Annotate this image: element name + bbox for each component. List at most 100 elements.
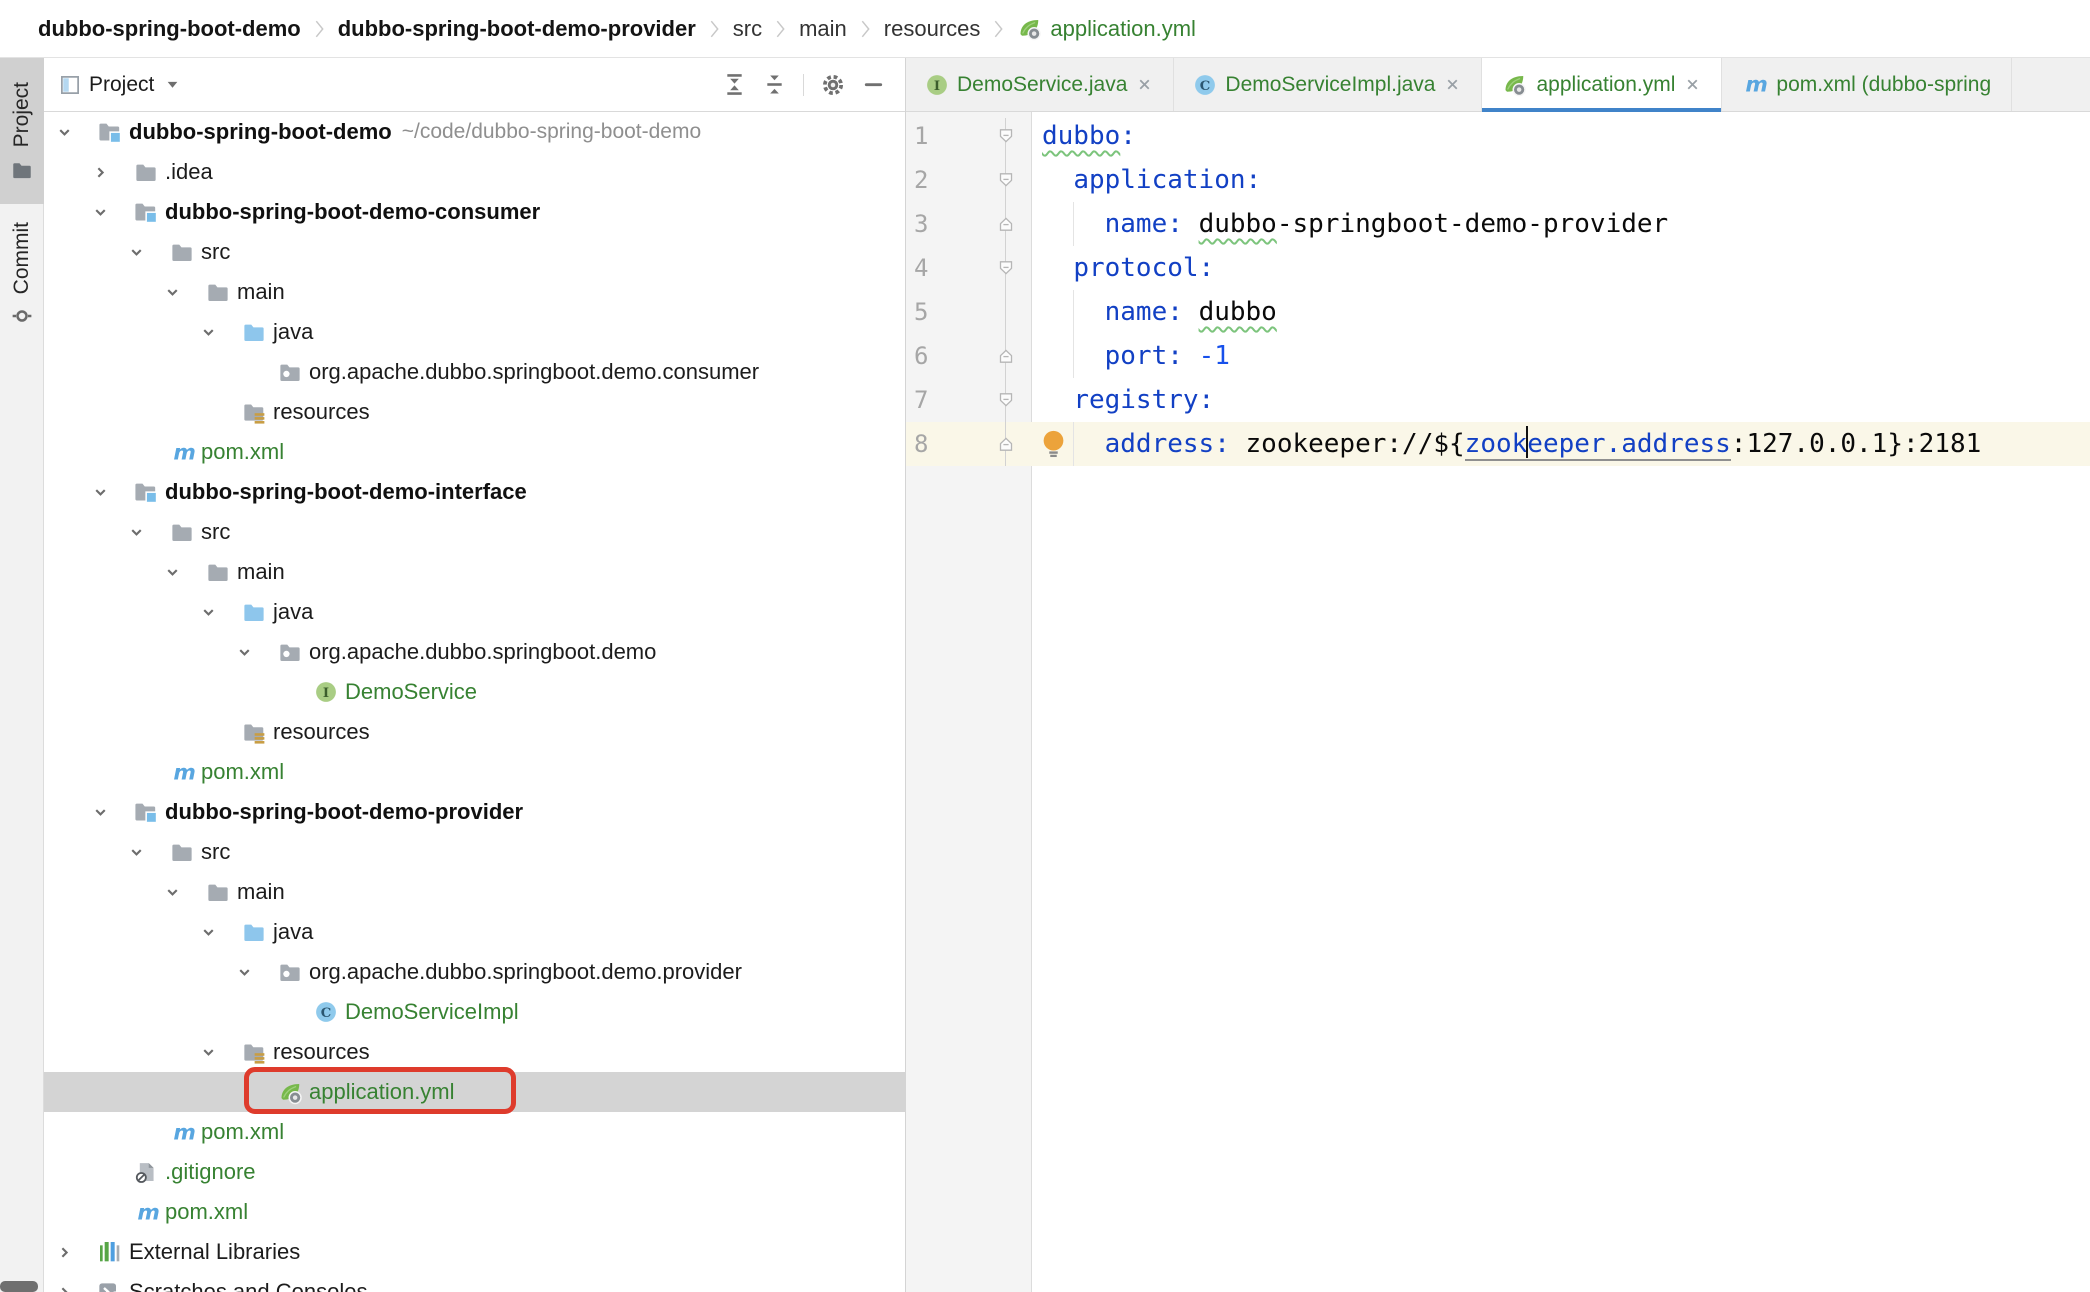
code-line-4[interactable]: 4 protocol: [906,246,2090,290]
tree-item-application-yml[interactable]: application.yml [44,1072,905,1112]
tree-item-pom-xml[interactable]: mpom.xml [44,1112,905,1152]
tree-chevron-box [121,752,151,792]
chevron-down-icon[interactable] [236,964,253,981]
tree-icon-box [97,1279,123,1292]
collapse-all-icon[interactable] [763,73,786,96]
tree-item-demoservice[interactable]: IDemoService [44,672,905,712]
chevron-down-icon[interactable] [92,804,109,821]
lightbulb-icon[interactable] [1038,428,1069,459]
tree-item-main[interactable]: main [44,552,905,592]
code-line-2[interactable]: 2 application: [906,158,2090,202]
tree-item-src[interactable]: src [44,232,905,272]
fold-start-icon[interactable] [998,260,1014,276]
chevron-right-icon[interactable] [92,164,109,181]
code-line-1[interactable]: 1dubbo: [906,114,2090,158]
chevron-down-icon[interactable] [92,204,109,221]
tree-item-pom-xml[interactable]: mpom.xml [44,752,905,792]
tree-item-scratches-and-consoles[interactable]: Scratches and Consoles [44,1272,905,1292]
fold-start-icon[interactable] [998,392,1014,408]
editor-tab-bar: IDemoService.javaCDemoServiceImpl.javaap… [906,58,2090,112]
chevron-down-icon[interactable] [236,644,253,661]
chevron-down-icon[interactable] [200,924,217,941]
breadcrumb-item[interactable]: resources [884,16,981,42]
chevron-down-icon[interactable] [164,564,181,581]
tree-item-resources[interactable]: resources [44,392,905,432]
tree-item-label: main [237,879,285,905]
chevron-down-icon[interactable] [128,844,145,861]
breadcrumb-item[interactable]: src [733,16,762,42]
tree-item-label: org.apache.dubbo.springboot.demo [309,639,656,665]
tree-item-org-apache-dubbo-springboot-demo-provider[interactable]: org.apache.dubbo.springboot.demo.provide… [44,952,905,992]
tree-item-pom-xml[interactable]: mpom.xml [44,1192,905,1232]
breadcrumb-item[interactable]: dubbo-spring-boot-demo [38,16,301,42]
chevron-down-icon[interactable] [200,604,217,621]
chevron-down-icon[interactable] [200,1044,217,1061]
tree-item-org-apache-dubbo-springboot-demo[interactable]: org.apache.dubbo.springboot.demo [44,632,905,672]
tree-item-main[interactable]: main [44,872,905,912]
fold-end-icon[interactable] [998,348,1014,364]
breadcrumb-item[interactable]: main [799,16,847,42]
tree-item-demoserviceimpl[interactable]: CDemoServiceImpl [44,992,905,1032]
hide-panel-icon[interactable] [862,73,885,96]
tree-item--idea[interactable]: .idea [44,152,905,192]
fold-end-icon[interactable] [998,436,1014,452]
tree-chevron-box [85,152,115,192]
chevron-right-icon[interactable] [56,1284,73,1292]
tree-item-src[interactable]: src [44,512,905,552]
chevron-down-icon[interactable] [200,324,217,341]
editor-tab-demoserviceimpl-java[interactable]: CDemoServiceImpl.java [1174,58,1482,111]
chevron-down-icon[interactable] [165,77,180,92]
fold-end-icon[interactable] [998,216,1014,232]
tree-item-resources[interactable]: resources [44,712,905,752]
editor-tab-application-yml[interactable]: application.yml [1482,58,1722,111]
code-line-5[interactable]: 5 name: dubbo [906,290,2090,334]
stripe-tab-commit[interactable]: Commit [0,208,44,340]
tree-chevron-box [49,1272,79,1292]
project-panel: Project dubbo-spring-boot-demo~/code/dub… [44,58,905,1292]
scrollbar-thumb[interactable] [0,1281,38,1292]
breadcrumb-item[interactable]: dubbo-spring-boot-demo-provider [338,16,696,42]
fold-start-icon[interactable] [998,128,1014,144]
tree-item-java[interactable]: java [44,912,905,952]
expand-all-icon[interactable] [723,73,746,96]
source-folder-icon [243,321,265,343]
chevron-down-icon[interactable] [128,244,145,261]
tree-item-dubbo-spring-boot-demo[interactable]: dubbo-spring-boot-demo~/code/dubbo-sprin… [44,112,905,152]
code-line-7[interactable]: 7 registry: [906,378,2090,422]
settings-icon[interactable] [821,73,845,97]
tree-item-pom-xml[interactable]: mpom.xml [44,432,905,472]
tree-item-label: org.apache.dubbo.springboot.demo.consume… [309,359,759,385]
chevron-down-icon[interactable] [56,124,73,141]
tree-item-src[interactable]: src [44,832,905,872]
editor-tab-pom-xml[interactable]: mpom.xml (dubbo-spring [1722,58,2012,111]
close-tab-icon[interactable] [1136,76,1153,93]
chevron-down-icon[interactable] [164,284,181,301]
code-line-8[interactable]: 8 address: zookeeper://${zookeeper.addre… [906,422,2090,466]
tree-item-dubbo-spring-boot-demo-consumer[interactable]: dubbo-spring-boot-demo-consumer [44,192,905,232]
tree-item-external-libraries[interactable]: External Libraries [44,1232,905,1272]
code-editor[interactable]: 1dubbo:2 application:3 name: dubbo-sprin… [906,112,2090,1292]
close-tab-icon[interactable] [1444,76,1461,93]
tree-item-dubbo-spring-boot-demo-provider[interactable]: dubbo-spring-boot-demo-provider [44,792,905,832]
code-line-3[interactable]: 3 name: dubbo-springboot-demo-provider [906,202,2090,246]
fold-start-icon[interactable] [998,172,1014,188]
stripe-tab-project[interactable]: Project [0,58,44,204]
chevron-right-icon[interactable] [56,1244,73,1261]
code-line-6[interactable]: 6 port: -1 [906,334,2090,378]
tree-chevron-box [49,112,79,152]
tree-item-org-apache-dubbo-springboot-demo-consumer[interactable]: org.apache.dubbo.springboot.demo.consume… [44,352,905,392]
tree-item-resources[interactable]: resources [44,1032,905,1072]
tree-chevron-box [85,472,115,512]
tree-item-java[interactable]: java [44,592,905,632]
tree-item-dubbo-spring-boot-demo-interface[interactable]: dubbo-spring-boot-demo-interface [44,472,905,512]
tree-item-main[interactable]: main [44,272,905,312]
tree-item-java[interactable]: java [44,312,905,352]
breadcrumb-item[interactable]: application.yml [1017,16,1196,42]
tree-item--gitignore[interactable]: .gitignore [44,1152,905,1192]
tree-icon-box [205,879,231,905]
chevron-down-icon[interactable] [92,484,109,501]
chevron-down-icon[interactable] [164,884,181,901]
editor-tab-demoservice-java[interactable]: IDemoService.java [906,58,1174,111]
close-tab-icon[interactable] [1684,76,1701,93]
chevron-down-icon[interactable] [128,524,145,541]
